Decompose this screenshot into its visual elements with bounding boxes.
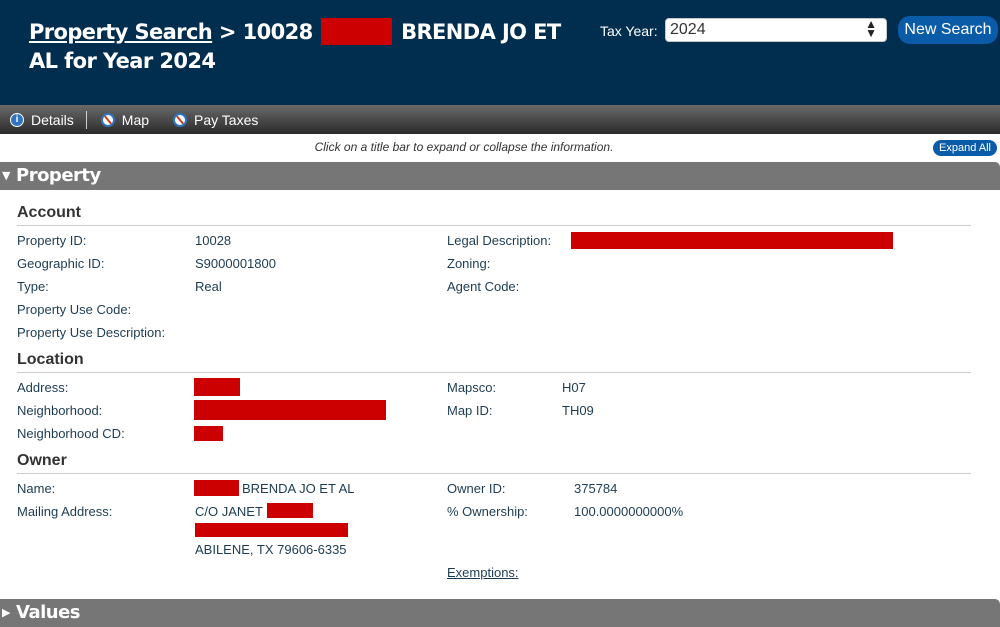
page-title: Property Search > 10028 BRENDA JO ET AL …	[29, 17, 589, 76]
owner-name-redacted	[194, 480, 239, 496]
tax-year-value: 2024	[670, 21, 706, 38]
tax-year-label: Tax Year:	[600, 23, 658, 39]
account-heading: Account	[17, 204, 971, 226]
expand-hint: Click on a title bar to expand or collap…	[314, 140, 614, 154]
mapsco-label: Mapsco:	[447, 380, 497, 395]
toolbar: i Details Map Pay Taxes	[0, 105, 1000, 134]
section-property-bar[interactable]: ▼ Property	[0, 162, 1000, 190]
use-code-label: Property Use Code:	[17, 302, 132, 317]
expand-all-button[interactable]: Expand All	[933, 140, 997, 156]
tab-pay-taxes-label: Pay Taxes	[194, 111, 259, 128]
tab-details-label: Details	[31, 111, 74, 128]
exemptions-link[interactable]: Exemptions:	[447, 565, 519, 580]
section-values-bar[interactable]: ▶ Values	[0, 599, 1000, 627]
neighborhood-cd-label: Neighborhood CD:	[17, 426, 125, 441]
tab-map-label: Map	[121, 111, 150, 128]
tab-pay-taxes[interactable]: Pay Taxes	[173, 112, 258, 128]
owner-name-value: BRENDA JO ET AL	[242, 481, 355, 496]
neighborhood-label: Neighborhood:	[17, 403, 103, 418]
address-label: Address:	[17, 380, 69, 395]
owner-heading: Owner	[17, 452, 971, 474]
tab-map[interactable]: Map	[100, 111, 150, 128]
type-label: Type:	[17, 279, 49, 294]
info-icon: i	[10, 112, 24, 127]
map-id-value: TH09	[562, 403, 594, 418]
new-search-button[interactable]: New Search	[898, 16, 998, 44]
mapsco-value: H07	[562, 380, 586, 395]
mailing-street-redacted	[195, 523, 348, 537]
neighborhood-cd-redacted	[194, 426, 223, 441]
zoning-label: Zoning:	[447, 256, 491, 271]
mailing-line-1: C/O JANET	[195, 504, 263, 519]
mailing-address-label: Mailing Address:	[17, 504, 113, 519]
title-prefix: > 10028	[218, 20, 313, 44]
neighborhood-redacted	[194, 400, 386, 420]
address-redacted	[194, 378, 240, 396]
legal-description-label: Legal Description:	[447, 233, 552, 248]
map-id-label: Map ID:	[447, 403, 493, 418]
select-arrows-icon: ▲ ▼	[865, 17, 877, 40]
toolbar-divider	[85, 110, 87, 129]
tab-details[interactable]: i Details	[10, 112, 74, 128]
ownership-label: % Ownership:	[447, 504, 528, 519]
geographic-id-value: S9000001800	[195, 256, 276, 271]
owner-name-label: Name:	[17, 481, 56, 496]
mailing-name-redacted	[267, 503, 313, 518]
owner-id-value: 375784	[574, 481, 618, 496]
expand-triangle-icon: ▶	[2, 606, 10, 619]
section-title: Values	[16, 602, 81, 623]
header: Property Search > 10028 BRENDA JO ET AL …	[0, 0, 1000, 105]
type-value: Real	[195, 279, 222, 294]
legal-description-redacted	[571, 232, 893, 249]
redacted-block	[321, 17, 393, 45]
collapse-triangle-icon: ▼	[2, 169, 10, 182]
tax-year-select[interactable]: 2024 ▲ ▼	[665, 18, 887, 42]
section-title: Property	[16, 165, 101, 186]
property-search-link[interactable]: Property Search	[29, 20, 213, 44]
property-id-label: Property ID:	[17, 233, 87, 248]
location-heading: Location	[17, 351, 971, 373]
ownership-value: 100.0000000000%	[574, 504, 684, 519]
geographic-id-label: Geographic ID:	[17, 256, 105, 271]
mailing-line-3: ABILENE, TX 79606-6335	[195, 542, 347, 557]
owner-id-label: Owner ID:	[447, 481, 506, 496]
compass-icon	[100, 112, 115, 127]
agent-code-label: Agent Code:	[447, 279, 520, 294]
use-description-label: Property Use Description:	[17, 325, 166, 340]
compass-icon	[173, 112, 188, 127]
property-id-value: 10028	[195, 233, 232, 248]
